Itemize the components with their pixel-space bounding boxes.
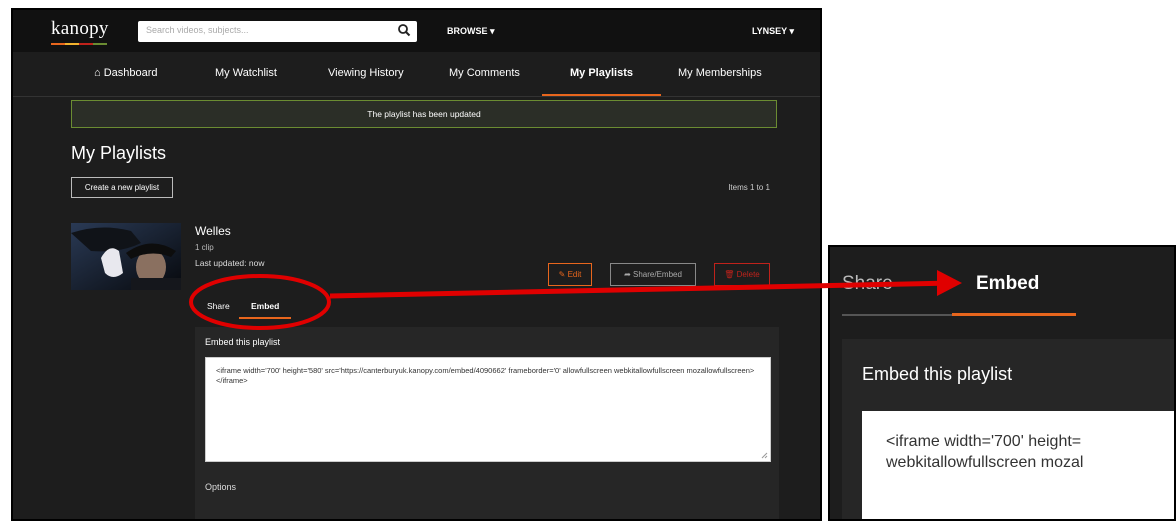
home-icon: ⌂ (94, 67, 101, 79)
create-playlist-button[interactable]: Create a new playlist (71, 177, 173, 198)
nav-dashboard-label: Dashboard (103, 67, 158, 79)
playlist-last-updated: Last updated: now (195, 258, 265, 268)
share-embed-button[interactable]: ➦ Share/Embed (610, 263, 696, 286)
embed-panel: Embed this playlist <iframe width='700' … (195, 327, 779, 519)
nav-my-watchlist[interactable]: My Watchlist (215, 67, 277, 79)
items-count: Items 1 to 1 (728, 183, 770, 192)
browse-menu[interactable]: BROWSE ▾ (447, 26, 495, 37)
delete-label: Delete (736, 270, 760, 279)
success-banner: The playlist has been updated (71, 100, 777, 128)
tab-active-indicator (239, 317, 291, 319)
page-title: My Playlists (71, 143, 167, 163)
zoom-embed-panel: Embed this playlist <iframe width='700' … (842, 339, 1174, 519)
nav-my-comments[interactable]: My Comments (449, 67, 520, 79)
delete-button[interactable]: 🗑 Delete (714, 263, 770, 286)
zoom-callout: Share Embed Embed this playlist <iframe … (828, 245, 1176, 521)
nav-my-playlists[interactable]: My Playlists (570, 67, 633, 79)
zoom-tab-divider (842, 314, 952, 316)
playlist-clip-count: 1 clip (195, 243, 214, 252)
search-placeholder: Search videos, subjects... (146, 25, 249, 35)
options-label[interactable]: Options (205, 482, 236, 492)
zoom-code-line-1: <iframe width='700' height= (886, 433, 1082, 450)
resize-handle-icon[interactable] (761, 452, 768, 459)
edit-button[interactable]: ✎ Edit (548, 263, 592, 286)
edit-label: Edit (567, 270, 582, 279)
logo-color-bar (51, 43, 107, 45)
search-icon[interactable] (397, 23, 411, 37)
zoom-embed-title: Embed this playlist (862, 364, 1013, 384)
nav-my-memberships[interactable]: My Memberships (678, 67, 762, 79)
tab-embed[interactable]: Embed (251, 301, 279, 311)
kanopy-logo[interactable]: kanopy (51, 18, 109, 40)
zoom-tab-active-indicator (952, 313, 1076, 316)
embed-title: Embed this playlist (205, 337, 281, 347)
top-bar: kanopy Search videos, subjects... BROWSE… (13, 10, 820, 52)
account-nav: ⌂ Dashboard My Watchlist Viewing History… (13, 52, 820, 97)
share-icon: ➦ (624, 270, 631, 279)
playlist-thumbnail[interactable] (71, 223, 181, 290)
user-menu[interactable]: LYNSEY ▾ (752, 26, 794, 37)
nav-active-indicator (542, 94, 661, 96)
embed-code-textarea[interactable]: <iframe width='700' height='580' src='ht… (205, 357, 771, 462)
search-input[interactable]: Search videos, subjects... (138, 21, 417, 42)
trash-icon: 🗑 (724, 270, 735, 279)
zoom-code-box: <iframe width='700' height= webkitallowf… (862, 411, 1174, 519)
tab-share[interactable]: Share (207, 301, 230, 311)
nav-dashboard[interactable]: ⌂ Dashboard (94, 67, 158, 79)
edit-icon: ✎ (558, 270, 566, 279)
share-embed-label: Share/Embed (633, 270, 682, 279)
zoom-tab-share: Share (842, 273, 893, 294)
kanopy-screenshot: kanopy Search videos, subjects... BROWSE… (11, 8, 822, 521)
embed-code: <iframe width='700' height='580' src='ht… (216, 366, 755, 385)
playlist-title[interactable]: Welles (195, 224, 231, 238)
zoom-code-line-2: webkitallowfullscreen mozal (886, 454, 1084, 471)
nav-viewing-history[interactable]: Viewing History (328, 67, 404, 79)
zoom-tab-embed: Embed (976, 273, 1040, 294)
